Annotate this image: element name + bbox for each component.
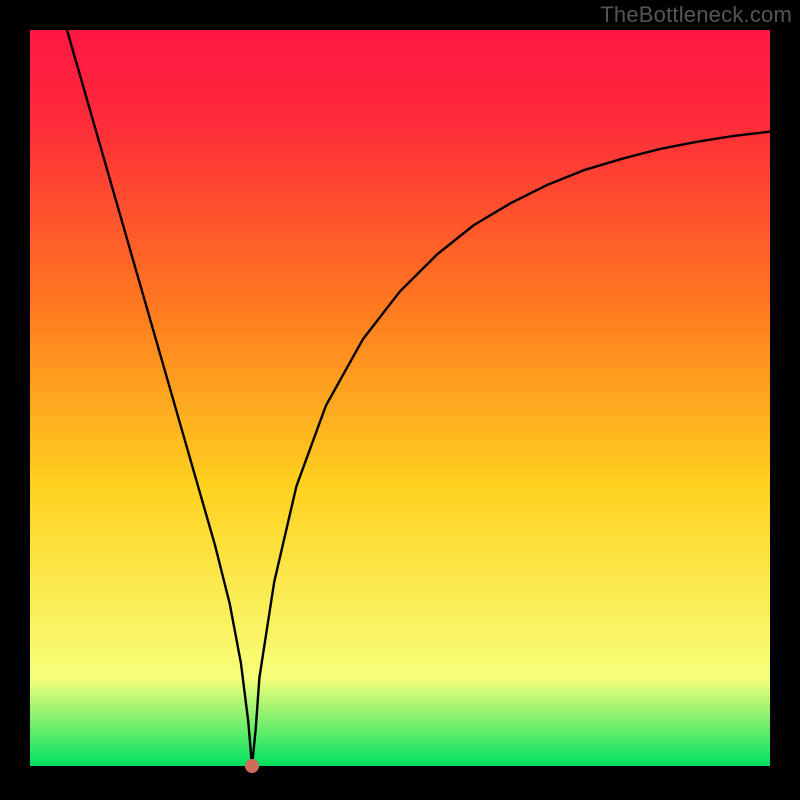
watermark-text: TheBottleneck.com [600,2,792,28]
gradient-background [30,30,770,766]
chart-frame: TheBottleneck.com [0,0,800,800]
bottleneck-chart [0,0,800,800]
optimal-point-marker [245,759,259,773]
